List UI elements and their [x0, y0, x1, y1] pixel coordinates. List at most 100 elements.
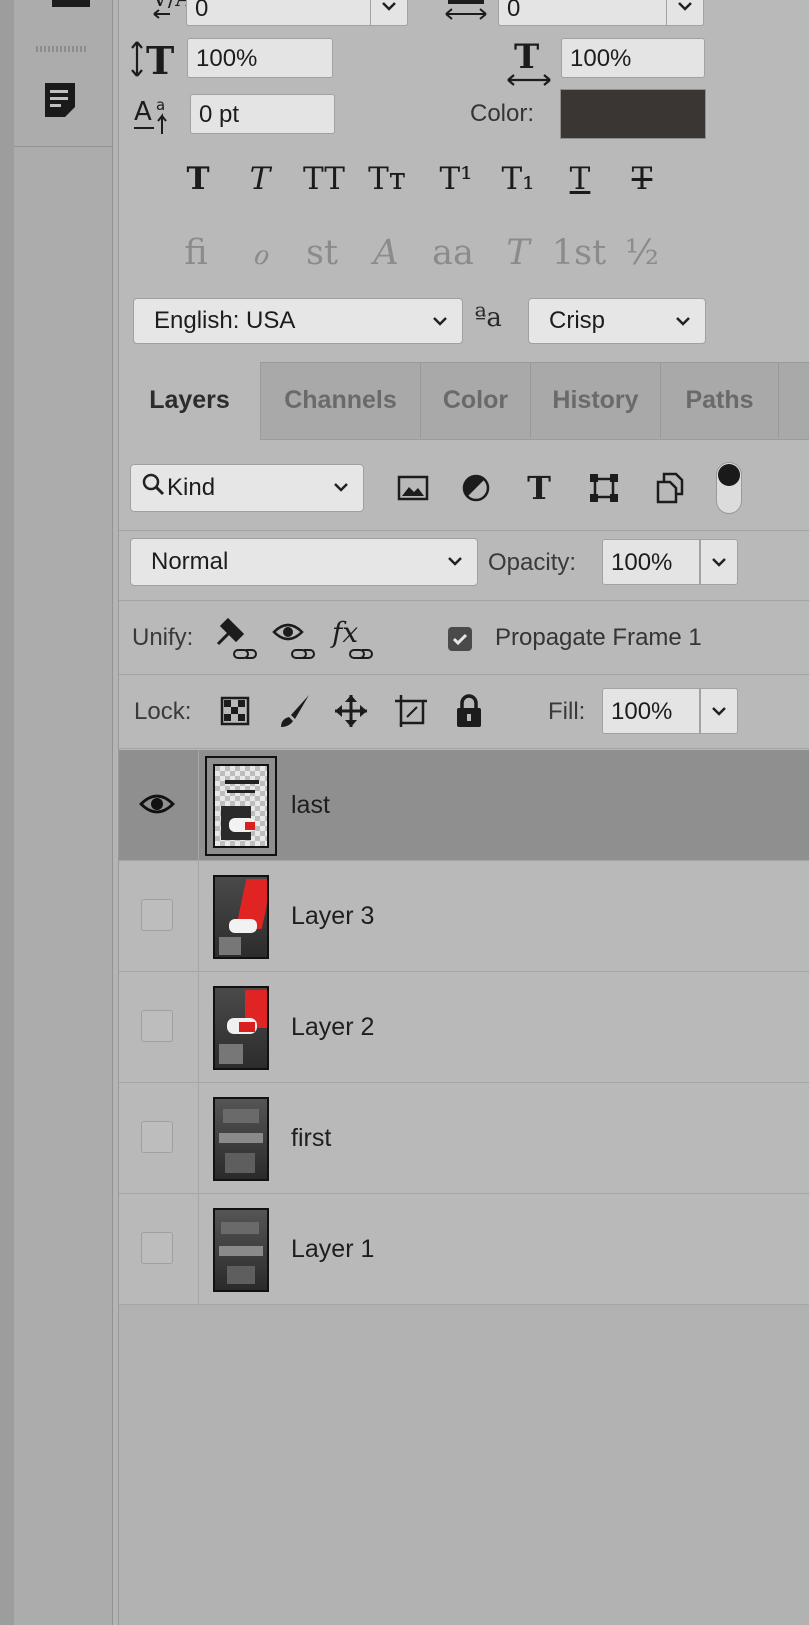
antialias-dropdown[interactable]: Crisp [528, 298, 706, 344]
propagate-frame-label: Propagate Frame 1 [495, 624, 702, 651]
ordinals-button[interactable]: 1st [552, 228, 606, 278]
visibility-toggle[interactable] [141, 899, 173, 931]
layer-row[interactable]: Layer 1 [119, 1194, 809, 1305]
svg-text:T: T [514, 38, 539, 77]
layer-name[interactable]: Layer 1 [291, 1194, 374, 1305]
divider [198, 750, 199, 861]
visibility-toggle[interactable] [141, 1121, 173, 1153]
baseline-shift-field[interactable]: 0 pt [190, 94, 335, 134]
tracking-dropdown[interactable] [370, 0, 408, 26]
unify-visibility-icon[interactable] [272, 616, 320, 662]
stylistic-alternates-button[interactable]: aa [426, 228, 480, 278]
panel-dock-strip [14, 0, 113, 1625]
visibility-toggle[interactable] [141, 1010, 173, 1042]
discretionary-ligatures-button[interactable]: st [300, 228, 344, 278]
divider [198, 1083, 199, 1194]
tracking-field[interactable]: 0 [186, 0, 372, 26]
image-filter-icon[interactable] [393, 468, 433, 508]
horizontal-scale-field[interactable]: 100% [561, 38, 705, 78]
svg-text:T: T [146, 38, 174, 80]
tracking-icon: V/A [150, 0, 188, 22]
dock-separator [14, 146, 112, 147]
layer-row[interactable]: first [119, 1083, 809, 1194]
unify-label: Unify: [132, 624, 194, 651]
visibility-toggle[interactable] [141, 1232, 173, 1264]
titling-alternates-button[interactable]: T [496, 228, 540, 278]
lock-artboard-icon[interactable] [392, 692, 430, 730]
tab-paths[interactable]: Paths [661, 362, 779, 438]
filter-toggle-switch[interactable] [716, 462, 742, 514]
underline-button[interactable]: T [558, 156, 602, 202]
layer-thumbnail [213, 875, 269, 959]
ligatures-button[interactable]: ﬁ [176, 228, 216, 278]
toggle-knob [718, 464, 740, 486]
search-icon [141, 466, 167, 512]
superscript-button[interactable]: T¹ [432, 156, 480, 202]
antialias-icon: ªa [474, 303, 502, 333]
lock-image-pixels-icon[interactable] [276, 692, 314, 730]
svg-text:A: A [134, 97, 152, 127]
small-caps-button[interactable]: Tт [362, 156, 412, 202]
chevron-down-icon [673, 299, 693, 343]
kerning-dropdown[interactable] [666, 0, 704, 26]
layers-empty-area [119, 1305, 809, 1625]
divider [119, 530, 809, 531]
fill-slider-toggle[interactable] [700, 688, 738, 734]
unify-position-icon[interactable] [212, 616, 260, 662]
adjustment-filter-icon[interactable] [456, 468, 496, 508]
filter-kind-dropdown[interactable]: Kind [130, 464, 364, 512]
faux-italic-button[interactable]: T [238, 156, 282, 202]
unify-style-icon[interactable]: fx [330, 616, 378, 662]
kerning-icon [442, 0, 490, 26]
lock-transparent-pixels-icon[interactable] [218, 694, 252, 728]
layer-row[interactable]: Layer 3 [119, 861, 809, 972]
smart-object-filter-icon[interactable] [650, 468, 690, 508]
svg-text:V/A: V/A [151, 0, 188, 12]
divider [119, 600, 809, 601]
chevron-down-icon [331, 465, 351, 509]
propagate-frame-checkbox[interactable] [448, 627, 472, 651]
text-color-swatch[interactable] [560, 89, 706, 139]
type-filter-icon[interactable]: T [519, 468, 559, 508]
layer-name[interactable]: first [291, 1083, 331, 1194]
language-dropdown[interactable]: English: USA [133, 298, 463, 344]
menu-icon[interactable] [52, 0, 90, 7]
subscript-button[interactable]: T₁ [496, 156, 540, 202]
opacity-label: Opacity: [488, 549, 577, 576]
tab-channels[interactable]: Channels [261, 362, 421, 438]
layer-name[interactable]: last [291, 750, 330, 861]
dock-grip[interactable] [36, 46, 88, 52]
swash-button[interactable]: A [364, 228, 408, 278]
blend-mode-dropdown[interactable]: Normal [130, 538, 478, 586]
lock-position-icon[interactable] [332, 692, 370, 730]
layer-row[interactable]: last [119, 750, 809, 861]
layer-thumbnail [213, 1097, 269, 1181]
left-edge [0, 0, 15, 1625]
old-style-button[interactable]: ℴ [240, 228, 280, 278]
layer-name[interactable]: Layer 3 [291, 861, 374, 972]
shape-filter-icon[interactable] [584, 468, 624, 508]
tab-history[interactable]: History [531, 362, 661, 438]
all-caps-button[interactable]: TT [296, 156, 352, 202]
tab-layers[interactable]: Layers [119, 362, 261, 440]
divider [198, 1194, 199, 1305]
kerning-field[interactable]: 0 [498, 0, 668, 26]
tab-color[interactable]: Color [421, 362, 531, 438]
visibility-eye-icon[interactable] [137, 786, 177, 822]
layer-row[interactable]: Layer 2 [119, 972, 809, 1083]
fill-label: Fill: [548, 698, 586, 725]
lock-label: Lock: [134, 698, 192, 725]
notes-panel-icon[interactable] [40, 78, 80, 122]
fractions-button[interactable]: ½ [620, 228, 664, 278]
layer-name[interactable]: Layer 2 [291, 972, 374, 1083]
checkmark-icon [452, 633, 468, 646]
faux-bold-button[interactable]: T [176, 156, 220, 202]
vertical-scale-field[interactable]: 100% [187, 38, 333, 78]
divider [119, 748, 809, 749]
divider [198, 972, 199, 1083]
opacity-field[interactable]: 100% [602, 539, 700, 585]
fill-field[interactable]: 100% [602, 688, 700, 734]
strikethrough-button[interactable]: T [620, 156, 664, 202]
opacity-slider-toggle[interactable] [700, 539, 738, 585]
lock-all-icon[interactable] [452, 692, 486, 730]
